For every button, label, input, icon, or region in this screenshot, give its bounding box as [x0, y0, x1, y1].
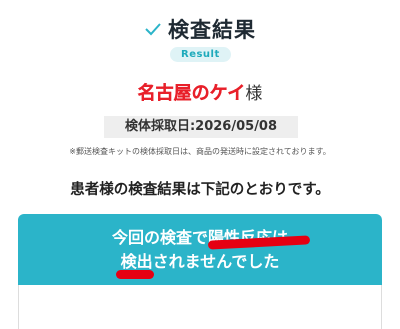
- result-message: 今回の検査で陽性反応は 検出されませんでした: [18, 226, 382, 274]
- patient-name: 名古屋のケイ: [137, 83, 246, 104]
- patient-honorific: 様: [245, 84, 263, 104]
- result-intro: 患者様の検査結果は下記のとおりです。: [70, 182, 330, 198]
- patient-line: 名古屋のケイ様: [0, 79, 400, 105]
- page-title: 検査結果: [168, 18, 256, 42]
- result-line-2: 検出されませんでした: [120, 252, 280, 271]
- result-panel-body: [18, 285, 382, 329]
- result-line-1: 今回の検査で陽性反応は: [111, 228, 288, 247]
- redaction-mark: [116, 270, 154, 279]
- result-panel: 今回の検査で陽性反応は 検出されませんでした: [18, 214, 382, 285]
- page-header: 検査結果: [0, 14, 400, 44]
- shipping-note: ※郵送検査キットの検体採取日は、商品の発送時に設定されております。: [69, 147, 331, 156]
- result-badge: Result: [170, 47, 231, 62]
- check-icon: [145, 23, 161, 36]
- sample-date: 検体採取日:2026/05/08: [104, 116, 298, 138]
- title-row: 検査結果: [144, 14, 256, 44]
